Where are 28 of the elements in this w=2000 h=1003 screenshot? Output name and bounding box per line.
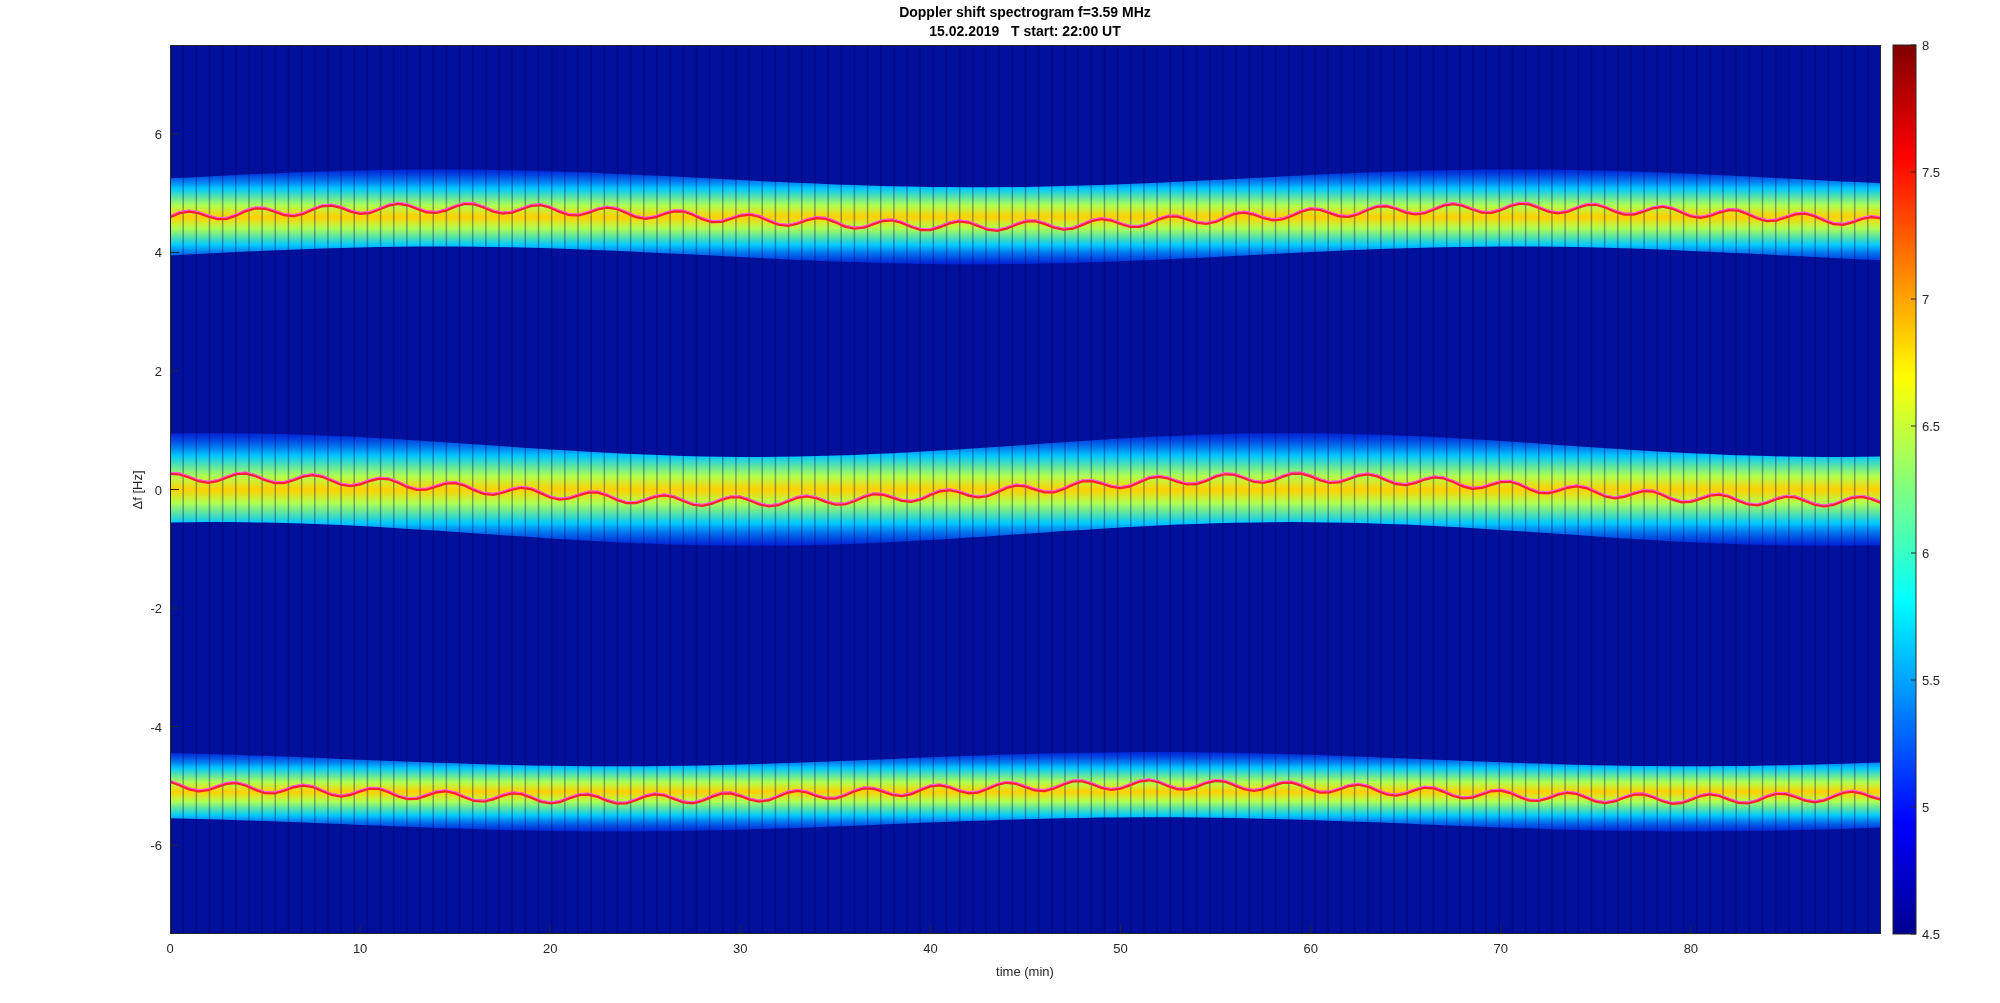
- x-tick-label: 40: [923, 941, 938, 956]
- colorbar-tick-label: 7: [1922, 292, 1930, 307]
- x-tick-label: 30: [733, 941, 748, 956]
- x-tick-label: 10: [352, 941, 368, 956]
- y-axis-label: Δf [Hz]: [130, 470, 145, 510]
- y-tick-label: 6: [154, 126, 162, 142]
- x-tick-label: 50: [1113, 941, 1128, 956]
- y-tick-label: 2: [154, 363, 162, 379]
- colorbar-tick-label: 5: [1922, 800, 1930, 815]
- x-tick-label: 60: [1303, 941, 1318, 956]
- colorbar-tick-label: 7.5: [1922, 165, 1941, 180]
- y-tick-label: 4: [154, 245, 162, 261]
- x-tick-label: 70: [1493, 941, 1508, 956]
- colorbar-tick-label: 4.5: [1922, 927, 1941, 942]
- colorbar-tick-label: 6: [1922, 546, 1930, 561]
- colorbar-tick-label: 5.5: [1922, 673, 1941, 688]
- y-tick-label: -4: [150, 719, 162, 735]
- colorbar-tick-label: 6.5: [1922, 419, 1941, 434]
- chart-title: Doppler shift spectrogram f=3.59 MHz: [899, 4, 1151, 20]
- colorbar-tick-label: 8: [1922, 38, 1930, 53]
- x-tick-label: 80: [1683, 941, 1699, 956]
- y-tick-label: -6: [150, 838, 162, 854]
- x-tick-label: 20: [543, 941, 558, 956]
- chart-subtitle: 15.02.2019 T start: 22:00 UT: [929, 23, 1121, 39]
- x-tick-label: 0: [166, 941, 174, 956]
- y-tick-label: -2: [150, 601, 162, 617]
- x-axis-label: time (min): [996, 964, 1054, 979]
- y-tick-label: 0: [154, 482, 162, 498]
